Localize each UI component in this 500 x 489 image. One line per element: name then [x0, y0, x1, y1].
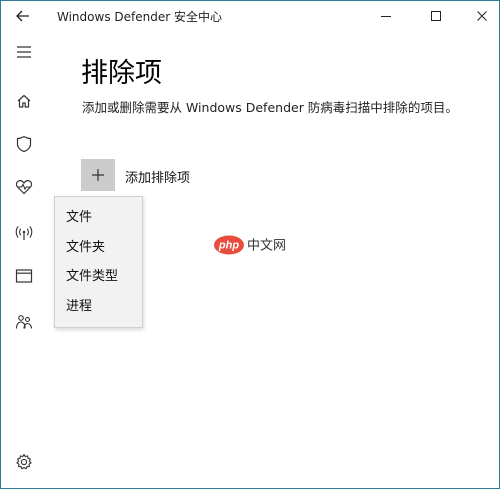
plus-icon	[92, 169, 104, 181]
add-exclusion-button[interactable]	[81, 159, 115, 191]
browser-window-icon	[15, 269, 33, 283]
maximize-icon	[431, 11, 441, 21]
minimize-button[interactable]	[371, 5, 401, 27]
hamburger-menu-icon	[17, 46, 31, 58]
shield-icon	[16, 135, 32, 153]
nav-home[interactable]	[12, 89, 36, 113]
nav-settings[interactable]	[12, 450, 36, 474]
add-exclusion-label[interactable]: 添加排除项	[125, 167, 190, 186]
wireless-signal-icon	[15, 226, 33, 240]
close-button[interactable]	[467, 5, 497, 27]
home-icon	[17, 94, 31, 108]
nav-device-health[interactable]	[12, 175, 36, 199]
menu-item-process[interactable]: 进程	[55, 293, 142, 321]
watermark-text: 中文网	[247, 239, 286, 254]
php-cn-watermark: php 中文网	[214, 235, 286, 255]
heart-pulse-icon	[15, 180, 33, 195]
arrow-left-icon	[16, 10, 29, 22]
nav-app-browser-control[interactable]	[12, 264, 36, 288]
menu-toggle-button[interactable]	[12, 40, 36, 64]
nav-virus-protection[interactable]	[12, 132, 36, 156]
close-icon	[477, 11, 487, 21]
family-icon	[15, 315, 33, 329]
watermark-logo-text: php	[218, 240, 239, 252]
menu-item-file-type[interactable]: 文件类型	[55, 263, 142, 291]
exclusion-type-menu: 文件 文件夹 文件类型 进程	[54, 196, 143, 328]
minimize-icon	[381, 16, 391, 17]
page-description: 添加或删除需要从 Windows Defender 防病毒扫描中排除的项目。	[82, 100, 458, 115]
gear-icon	[16, 453, 32, 470]
menu-item-file[interactable]: 文件	[55, 204, 142, 232]
maximize-button[interactable]	[421, 5, 451, 27]
app-window: Windows Defender 安全中心 排除项 添加或删除需要从 Windo…	[0, 0, 500, 489]
back-button[interactable]	[9, 5, 37, 27]
nav-firewall-network[interactable]	[12, 221, 36, 245]
nav-family-options[interactable]	[12, 310, 36, 334]
page-title: 排除项	[81, 58, 162, 89]
app-title: Windows Defender 安全中心	[57, 10, 222, 24]
menu-item-folder[interactable]: 文件夹	[55, 234, 142, 262]
title-bar: Windows Defender 安全中心	[1, 1, 499, 31]
